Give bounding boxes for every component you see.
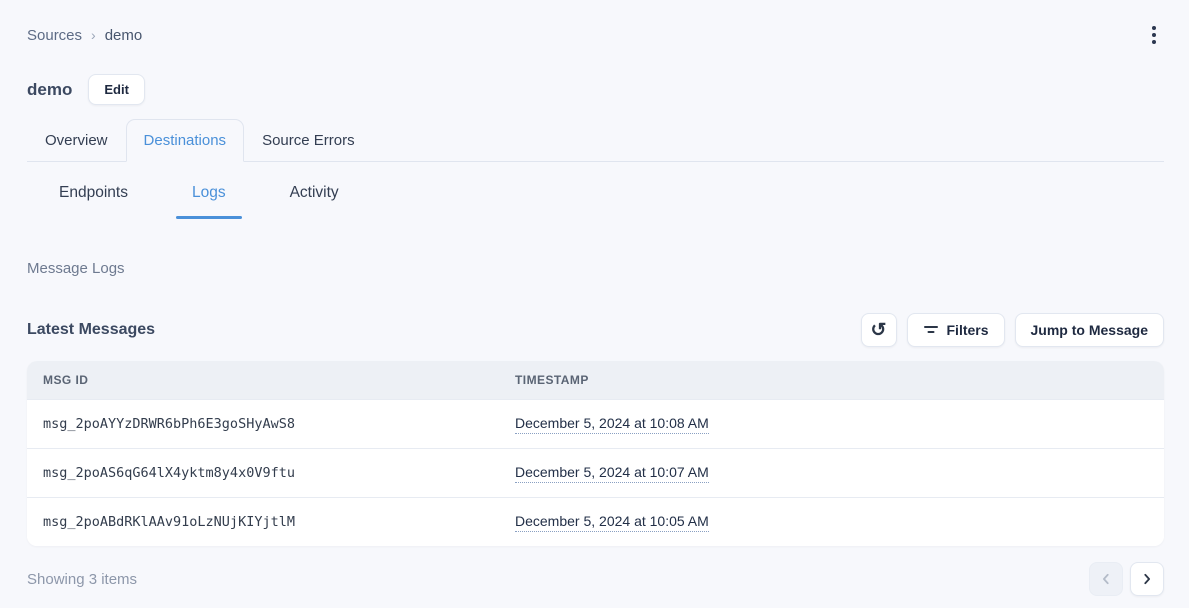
section-label: Message Logs — [27, 260, 1164, 277]
subtab-activity[interactable]: Activity — [274, 184, 355, 219]
msg-id-cell: msg_2poABdRKlAAv91oLzNUjKIYjtlM — [27, 514, 499, 530]
tab-source-errors[interactable]: Source Errors — [244, 119, 373, 161]
jump-to-message-button[interactable]: Jump to Message — [1015, 313, 1164, 347]
previous-page-button[interactable] — [1089, 562, 1123, 596]
items-count-text: Showing 3 items — [27, 571, 137, 588]
breadcrumb: Sources › demo — [27, 27, 142, 44]
breadcrumb-separator-icon: › — [91, 27, 96, 43]
refresh-icon: ↺ — [871, 321, 887, 340]
table-footer: Showing 3 items — [27, 562, 1164, 596]
latest-messages-header: Latest Messages ↺ Filters Jump to Messag… — [27, 313, 1164, 347]
next-page-button[interactable] — [1130, 562, 1164, 596]
msg-id-cell: msg_2poAS6qG64lX4yktm8y4x0V9ftu — [27, 465, 499, 481]
breadcrumb-sources-link[interactable]: Sources — [27, 27, 82, 44]
msg-id-cell: msg_2poAYYzDRWR6bPh6E3goSHyAwS8 — [27, 416, 499, 432]
column-header-timestamp: TIMESTAMP — [499, 361, 1164, 399]
timestamp-cell[interactable]: December 5, 2024 at 10:08 AM — [515, 415, 709, 434]
table-row[interactable]: msg_2poABdRKlAAv91oLzNUjKIYjtlM December… — [27, 497, 1164, 546]
filter-icon — [923, 322, 939, 339]
chevron-left-icon — [1099, 572, 1113, 586]
tab-destinations[interactable]: Destinations — [126, 119, 245, 162]
messages-table: MSG ID TIMESTAMP msg_2poAYYzDRWR6bPh6E3g… — [27, 361, 1164, 546]
filters-button-label: Filters — [947, 322, 989, 338]
sub-tabs: Endpoints Logs Activity — [27, 184, 1164, 219]
filters-button[interactable]: Filters — [907, 313, 1005, 347]
main-tabs: Overview Destinations Source Errors — [27, 119, 1164, 162]
latest-messages-heading: Latest Messages — [27, 321, 155, 339]
subtab-logs[interactable]: Logs — [176, 184, 242, 219]
kebab-menu-icon[interactable] — [1144, 20, 1164, 50]
table-row[interactable]: msg_2poAYYzDRWR6bPh6E3goSHyAwS8 December… — [27, 399, 1164, 448]
breadcrumb-current: demo — [105, 27, 143, 44]
timestamp-cell[interactable]: December 5, 2024 at 10:07 AM — [515, 464, 709, 483]
page-title: demo — [27, 80, 72, 100]
title-row: demo Edit — [27, 74, 1164, 105]
table-row[interactable]: msg_2poAS6qG64lX4yktm8y4x0V9ftu December… — [27, 448, 1164, 497]
tab-overview[interactable]: Overview — [27, 119, 126, 161]
chevron-right-icon — [1140, 572, 1154, 586]
subtab-endpoints[interactable]: Endpoints — [43, 184, 144, 219]
refresh-button[interactable]: ↺ — [861, 313, 897, 347]
pagination — [1089, 562, 1164, 596]
column-header-msg-id: MSG ID — [27, 361, 499, 399]
table-header-row: MSG ID TIMESTAMP — [27, 361, 1164, 399]
edit-button[interactable]: Edit — [88, 74, 145, 105]
page: Sources › demo demo Edit Overview Destin… — [0, 0, 1189, 596]
timestamp-cell[interactable]: December 5, 2024 at 10:05 AM — [515, 513, 709, 532]
list-actions: ↺ Filters Jump to Message — [861, 313, 1165, 347]
top-bar: Sources › demo — [27, 0, 1164, 50]
